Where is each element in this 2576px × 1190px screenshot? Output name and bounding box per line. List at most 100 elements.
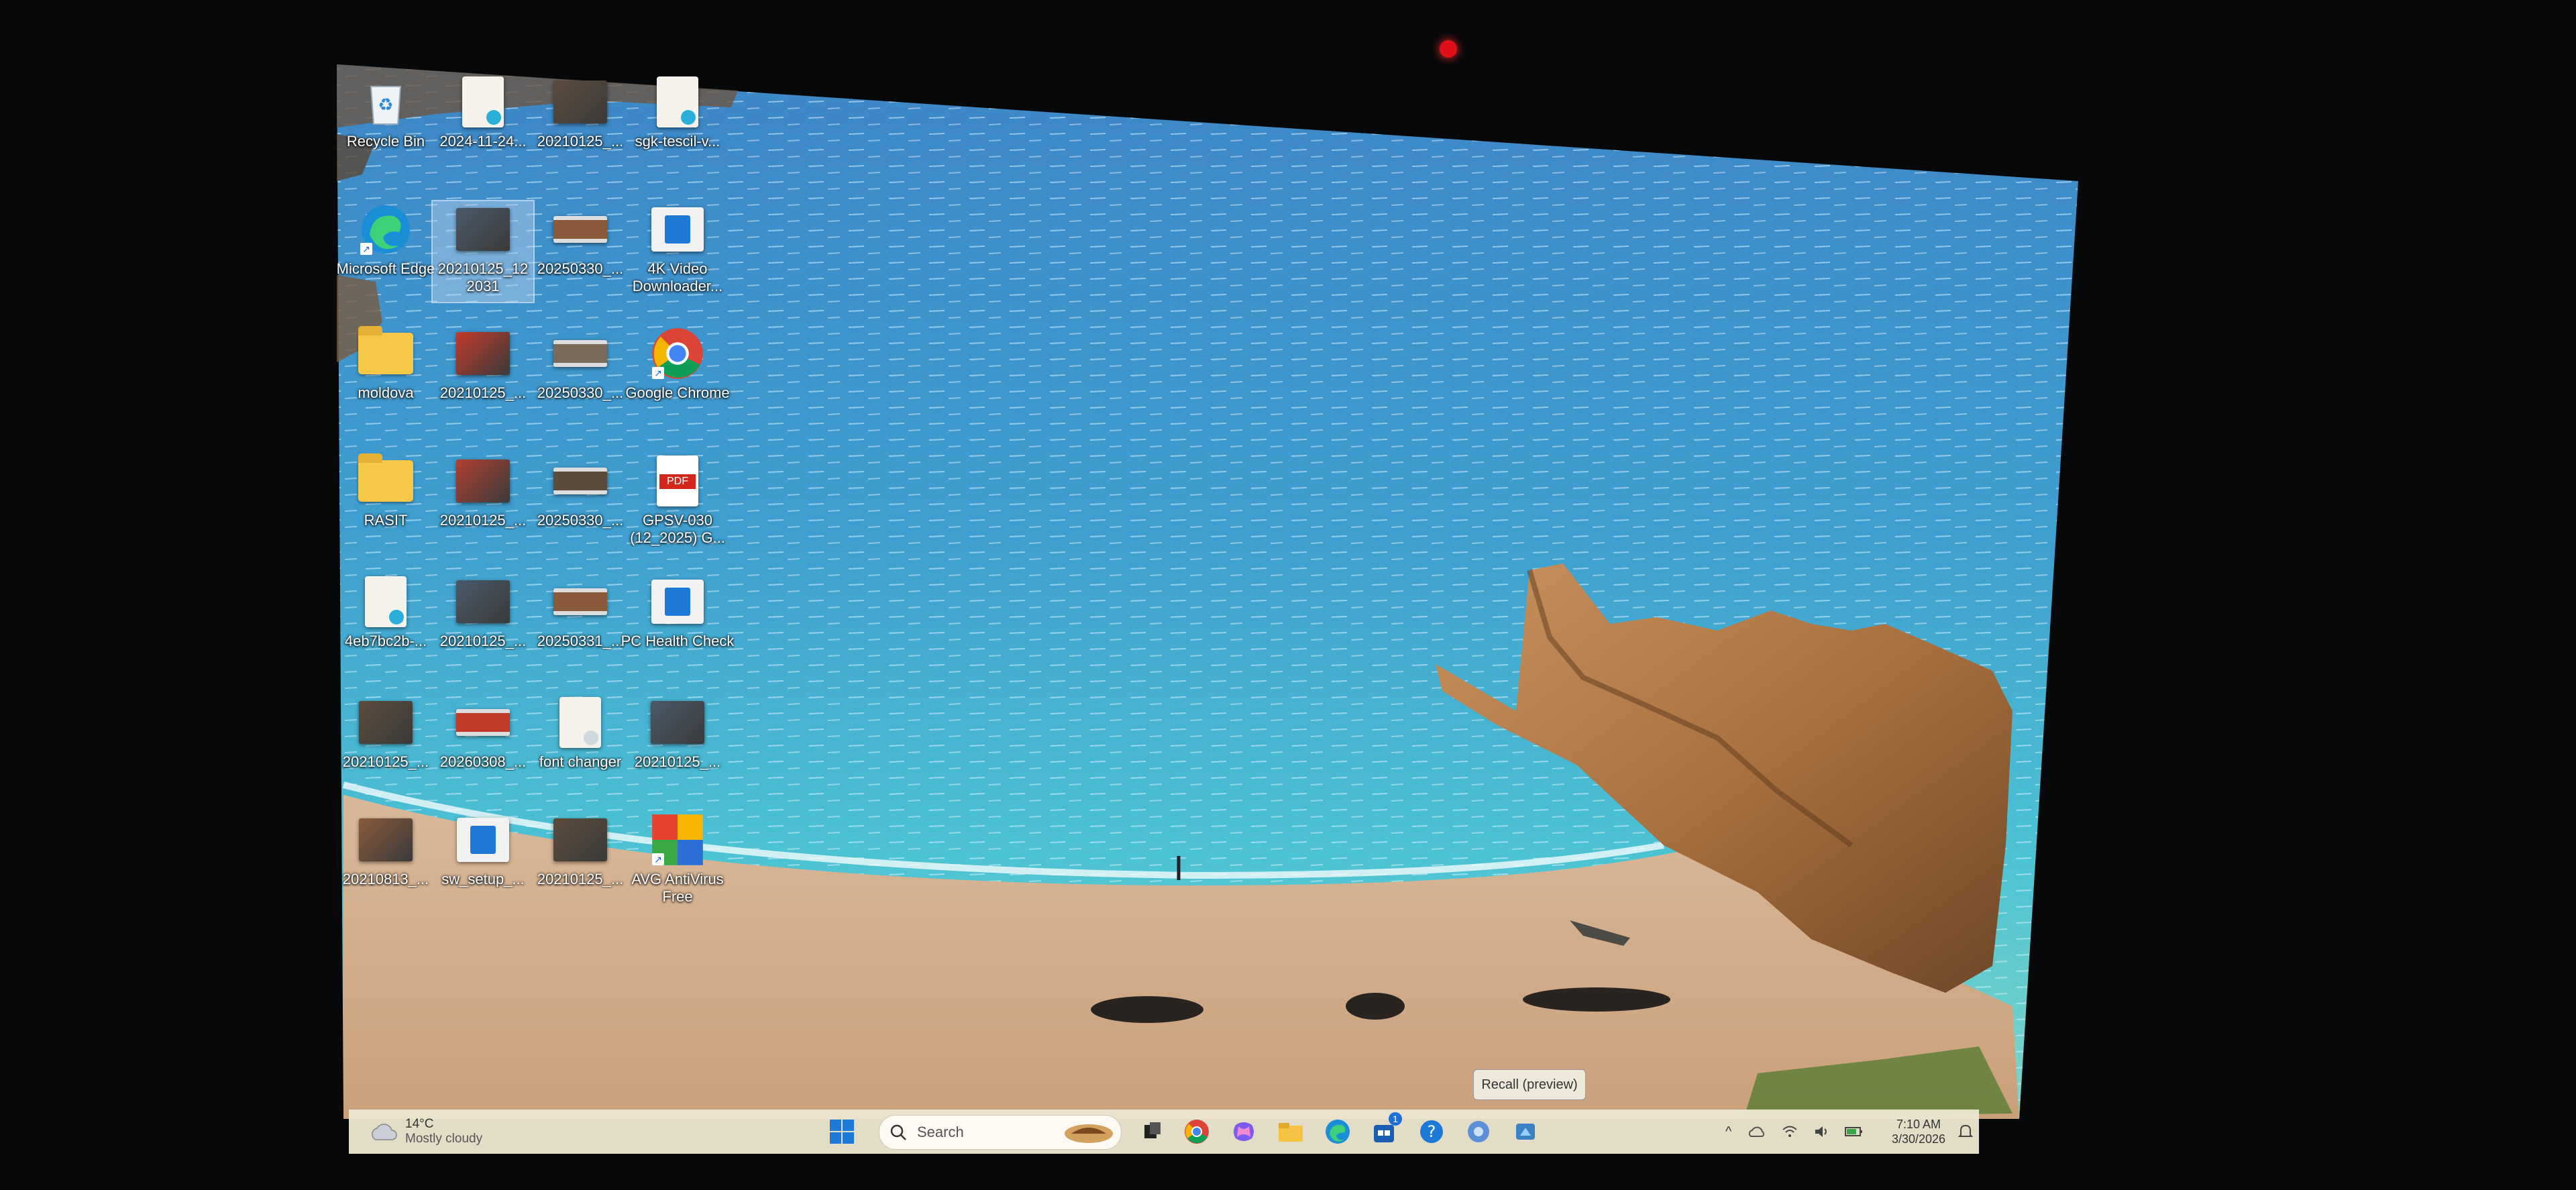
- search-box[interactable]: Search: [879, 1115, 1122, 1150]
- desktop-icon[interactable]: sgk-tescil-v...: [627, 74, 728, 174]
- notification-button[interactable]: [1955, 1115, 1976, 1148]
- taskbar-file-explorer[interactable]: [1272, 1115, 1309, 1148]
- video-thumbnail-icon: [552, 574, 608, 630]
- edge-document-icon: [649, 74, 706, 130]
- avg-icon: ↗: [649, 812, 706, 868]
- video-thumbnail-icon: [552, 201, 608, 258]
- video-thumbnail-icon: [552, 325, 608, 382]
- desktop-icon[interactable]: font changer: [530, 694, 631, 795]
- search-highlight-icon: [1065, 1124, 1113, 1143]
- taskbar-edge[interactable]: [1319, 1115, 1356, 1148]
- desktop-icon[interactable]: 20210125_...: [627, 694, 728, 795]
- search-placeholder: Search: [917, 1124, 964, 1140]
- map-document-icon: [358, 574, 414, 630]
- recall-tooltip: Recall (preview): [1473, 1069, 1586, 1100]
- weather-widget[interactable]: 14°C Mostly cloudy: [369, 1115, 543, 1148]
- photo-thumbnail-icon: [455, 574, 511, 630]
- desktop-icon[interactable]: 20210125_...: [530, 812, 631, 912]
- desktop-icon[interactable]: ↗ Microsoft Edge: [335, 201, 436, 302]
- pdf-icon: PDF: [649, 453, 706, 509]
- taskbar-copilot[interactable]: [1225, 1115, 1263, 1148]
- desktop-icon[interactable]: 20210125_...: [433, 325, 533, 426]
- edge-icon: ↗: [358, 201, 414, 258]
- edge-document-icon: [455, 74, 511, 130]
- app-icon: [455, 812, 511, 868]
- desktop-icon[interactable]: moldova: [335, 325, 436, 426]
- clock-date: 3/30/2026: [1891, 1132, 1946, 1146]
- file-explorer-icon: [1279, 1123, 1303, 1142]
- folder-icon: [358, 325, 414, 382]
- photo-thumbnail-icon: [649, 694, 706, 751]
- recycle-bin-icon: ♻: [358, 74, 414, 130]
- svg-text:?: ?: [1428, 1122, 1436, 1141]
- taskbar-help[interactable]: ?: [1413, 1115, 1450, 1148]
- weather-condition: Mostly cloudy: [405, 1132, 483, 1146]
- taskbar-recall[interactable]: [1507, 1115, 1544, 1148]
- desktop-icon[interactable]: 20210813_...: [335, 812, 436, 912]
- taskbar-store[interactable]: 1: [1366, 1112, 1403, 1148]
- taskbar[interactable]: 14°C Mostly cloudy Search 1 ? ^ 7:10 AM …: [349, 1110, 1979, 1154]
- photo-thumbnail-icon: [455, 453, 511, 509]
- monitor-photo: ♻ Recycle Bin 2024-11-24... 20210125_... sgk…: [0, 0, 2576, 1190]
- photo-thumbnail-icon: [455, 325, 511, 382]
- desktop-icon[interactable]: 20210125_...: [433, 574, 533, 674]
- app-icon: [649, 574, 706, 630]
- taskbar-network[interactable]: [1460, 1115, 1497, 1148]
- clock[interactable]: 7:10 AM 3/30/2026: [1878, 1115, 1959, 1148]
- desktop-icon[interactable]: 2024-11-24...: [433, 74, 533, 174]
- desktop-icon[interactable]: PDF GPSV-030 (12_2025) G...: [627, 453, 728, 553]
- battery-icon[interactable]: [1844, 1126, 1864, 1138]
- folder-icon: [358, 453, 414, 509]
- system-tray[interactable]: ^: [1717, 1115, 1872, 1148]
- document-icon: [552, 694, 608, 751]
- desktop-icon-label: 20210125_...: [634, 753, 721, 770]
- start-button[interactable]: [825, 1115, 859, 1148]
- chrome-icon: ↗: [649, 325, 706, 382]
- help-icon: ?: [1420, 1120, 1443, 1143]
- desktop-icon[interactable]: 20250330_...: [530, 325, 631, 426]
- photo-thumbnail-icon: [552, 812, 608, 868]
- network-icon: [1468, 1121, 1489, 1142]
- desktop-icon[interactable]: 20210125_...: [335, 694, 436, 795]
- photo-thumbnail-icon: [455, 201, 511, 258]
- desktop-icon[interactable]: 20260308_...: [433, 694, 533, 795]
- app-icon: [649, 201, 706, 258]
- desktop-icon[interactable]: 20250331_...: [530, 574, 631, 674]
- svg-text:♻: ♻: [378, 95, 393, 115]
- desktop-icon[interactable]: PC Health Check: [621, 574, 734, 674]
- photo-thumbnail-icon: [358, 812, 414, 868]
- desktop-icon[interactable]: 20250330_...: [530, 201, 631, 302]
- search-icon: [890, 1124, 906, 1140]
- weather-temperature: 14°C: [405, 1117, 434, 1131]
- desktop-icon-label: GPSV-030 (12_2025) G...: [630, 512, 725, 546]
- desktop-icon-label: 4K Video Downloader...: [632, 260, 723, 294]
- desktop-icon[interactable]: 4K Video Downloader...: [627, 201, 728, 302]
- volume-icon[interactable]: [1814, 1125, 1829, 1138]
- desktop-icon[interactable]: 4eb7bc2b-...: [335, 574, 436, 674]
- desktop-icon[interactable]: 20250330_...: [530, 453, 631, 553]
- edge-icon: [1326, 1120, 1350, 1144]
- desktop-icon[interactable]: ♻ Recycle Bin: [335, 74, 436, 174]
- desktop-icon[interactable]: sw_setup_...: [433, 812, 533, 912]
- desktop-icon[interactable]: 20210125_...: [433, 453, 533, 553]
- desktop-icon[interactable]: ↗ Google Chrome: [625, 325, 730, 426]
- desktop-icon[interactable]: ↗ AVG AntiVirus Free: [627, 812, 728, 912]
- photo-thumbnail-icon: [552, 74, 608, 130]
- desktop[interactable]: ♻ Recycle Bin 2024-11-24... 20210125_... sgk…: [0, 0, 2576, 1190]
- cloud-icon: [372, 1124, 397, 1140]
- video-thumbnail-icon: [552, 453, 608, 509]
- desktop-icon-label: PC Health Check: [621, 633, 735, 649]
- clock-time: 7:10 AM: [1896, 1118, 1941, 1131]
- task-view-button[interactable]: [1134, 1115, 1171, 1148]
- desktop-icon[interactable]: 20210125_12 2031: [431, 200, 535, 303]
- desktop-icon[interactable]: RASIT: [335, 453, 436, 553]
- task-view-icon: [1144, 1122, 1161, 1138]
- taskbar-chrome[interactable]: [1178, 1115, 1216, 1148]
- bell-icon: [1958, 1124, 1973, 1137]
- chrome-icon: [1185, 1120, 1209, 1144]
- desktop-icon[interactable]: 20210125_...: [530, 74, 631, 174]
- onedrive-icon[interactable]: [1748, 1126, 1766, 1138]
- chevron-up-icon[interactable]: ^: [1725, 1124, 1731, 1140]
- wifi-icon[interactable]: [1782, 1125, 1798, 1138]
- desktop-icon-label: sgk-tescil-v...: [635, 133, 720, 150]
